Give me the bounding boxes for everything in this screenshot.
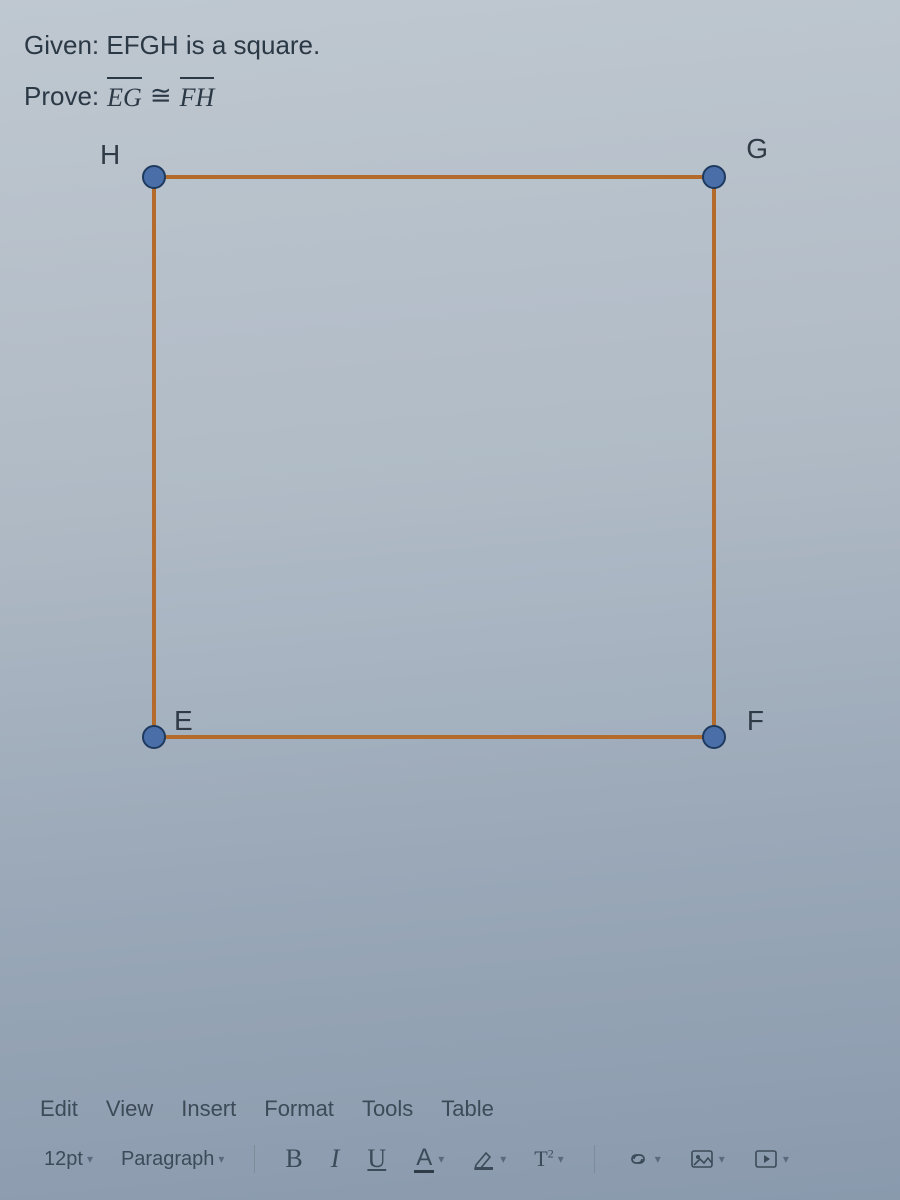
image-icon [689,1148,715,1170]
block-format-value: Paragraph [121,1148,214,1171]
menu-insert[interactable]: Insert [181,1096,236,1122]
chevron-down-icon: ▾ [719,1152,725,1166]
vertex-label-f: F [747,705,764,737]
prove-line: Prove: EG ≅ FH [24,79,876,113]
editor-menu: Edit View Insert Format Tools Table [40,1096,860,1122]
geometry-figure: H G E F [124,147,744,767]
chevron-down-icon: ▾ [218,1152,224,1166]
underline-button[interactable]: U [363,1142,390,1176]
vertex-label-e: E [174,705,193,737]
chevron-down-icon: ▾ [783,1152,789,1166]
bold-icon: B [285,1144,302,1174]
menu-tools[interactable]: Tools [362,1096,413,1122]
vertex-label-g: G [746,133,768,165]
highlight-icon [472,1147,496,1171]
menu-format[interactable]: Format [264,1096,334,1122]
font-size-value: 12pt [44,1148,83,1171]
text-color-icon: A [414,1146,434,1173]
superscript-icon: T2 [534,1146,553,1172]
chevron-down-icon: ▾ [655,1152,661,1166]
chevron-down-icon: ▾ [558,1152,564,1166]
block-format-select[interactable]: Paragraph ▾ [117,1146,228,1173]
image-button[interactable]: ▾ [685,1146,729,1172]
chevron-down-icon: ▾ [500,1152,506,1166]
underline-icon: U [367,1144,386,1174]
toolbar-separator [254,1145,255,1173]
rich-text-editor: Edit View Insert Format Tools Table 12pt… [0,1080,900,1200]
text-color-button[interactable]: A ▾ [410,1144,448,1175]
given-line: Given: EFGH is a square. [24,30,876,61]
editor-toolbar: 12pt ▾ Paragraph ▾ B I U A ▾ ▾ T2 ▾ [40,1142,860,1176]
vertex-label-h: H [100,139,120,171]
link-button[interactable]: ▾ [621,1146,665,1172]
given-label: Given: [24,30,99,60]
bold-button[interactable]: B [281,1142,306,1176]
italic-button[interactable]: I [327,1142,344,1176]
chevron-down-icon: ▾ [87,1152,93,1166]
given-text: EFGH is a square. [106,30,320,60]
menu-view[interactable]: View [106,1096,153,1122]
square-svg [124,147,744,767]
font-size-select[interactable]: 12pt ▾ [40,1146,97,1173]
highlight-button[interactable]: ▾ [468,1145,510,1173]
menu-table[interactable]: Table [441,1096,494,1122]
toolbar-separator [594,1145,595,1173]
segment-eg: EG [107,79,142,113]
chevron-down-icon: ▾ [438,1152,444,1166]
link-icon [625,1148,651,1170]
superscript-button[interactable]: T2 ▾ [530,1144,567,1174]
prove-label: Prove: [24,81,99,112]
menu-edit[interactable]: Edit [40,1096,78,1122]
media-icon [753,1148,779,1170]
congruent-symbol: ≅ [150,81,172,111]
italic-icon: I [331,1144,340,1174]
segment-fh: FH [180,79,215,113]
media-button[interactable]: ▾ [749,1146,793,1172]
